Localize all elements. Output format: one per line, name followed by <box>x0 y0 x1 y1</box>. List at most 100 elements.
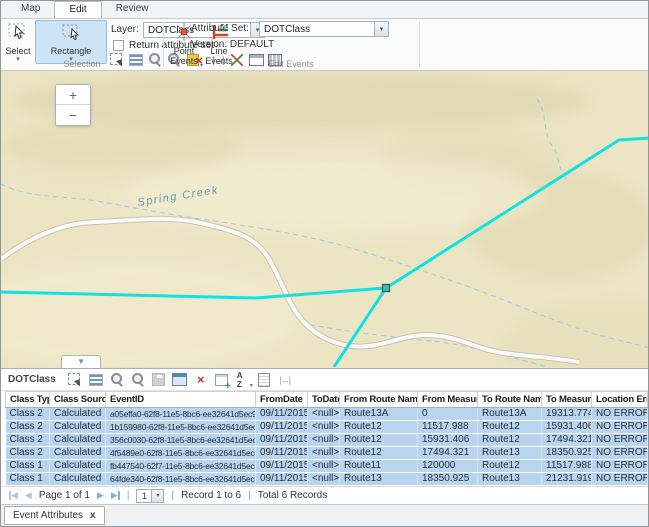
table-row[interactable]: Class 2Calculateda05effa0-62f8-11e5-8bc6… <box>6 408 648 421</box>
table-cell[interactable]: 09/11/2015 <box>256 421 308 434</box>
table-cell[interactable]: 0 <box>418 408 478 421</box>
table-row[interactable]: Class 2Calculated356c0030-62f8-11e5-8bc6… <box>6 434 648 447</box>
save-edits-icon[interactable] <box>151 372 167 388</box>
table-cell[interactable]: NO ERROR <box>592 408 648 421</box>
table-cell[interactable]: <null> <box>308 447 340 460</box>
table-row[interactable]: Class 1Calculatedfb447540-62f7-11e5-8bc6… <box>6 460 648 473</box>
column-header-class-source[interactable]: Class Source <box>50 392 106 408</box>
table-cell[interactable]: NO ERROR <box>592 447 648 460</box>
table-cell[interactable]: Route13A <box>478 408 542 421</box>
first-page-button[interactable]: ◀ <box>9 491 18 500</box>
table-cell[interactable]: Calculated <box>50 434 106 447</box>
page-select-arrow-icon[interactable]: ▾ <box>151 490 163 502</box>
table-cell[interactable]: Route12 <box>478 421 542 434</box>
select-tool-icon[interactable] <box>67 372 83 388</box>
attribute-table-icon[interactable] <box>172 372 188 388</box>
table-cell[interactable]: Route12 <box>340 447 418 460</box>
table-cell[interactable]: 15931.406 <box>542 421 592 434</box>
table-cell[interactable]: Route13 <box>340 473 418 486</box>
map-view[interactable]: Spring Creek + − ▼ <box>1 71 648 368</box>
previous-page-button[interactable]: ◀ <box>25 491 32 500</box>
table-cell[interactable]: Route13 <box>478 473 542 486</box>
table-cell[interactable]: Calculated <box>50 408 106 421</box>
edit-notes-icon[interactable] <box>256 372 272 388</box>
zoom-to-selected-icon[interactable] <box>109 372 125 388</box>
table-cell[interactable]: Route12 <box>340 421 418 434</box>
table-cell[interactable]: 356c0030-62f8-11e5-8bc6-ee32641d5ec9 <box>106 434 256 447</box>
return-attribute-set-checkbox[interactable] <box>113 40 124 51</box>
attribute-set-dropdown[interactable]: DOTClass ▾ <box>259 21 389 37</box>
table-cell[interactable]: 09/11/2015 <box>256 447 308 460</box>
pan-to-selected-icon[interactable] <box>130 372 146 388</box>
column-header-location-error[interactable]: Location Error <box>592 392 648 408</box>
rectangle-tool-button[interactable]: Rectangle ▾ <box>35 20 107 64</box>
table-cell[interactable]: 09/11/2015 <box>256 473 308 486</box>
table-cell[interactable]: 4f5489e0-62f8-11e5-8bc6-ee32641d5ec9 <box>106 447 256 460</box>
table-cell[interactable]: Calculated <box>50 460 106 473</box>
table-cell[interactable]: a05effa0-62f8-11e5-8bc6-ee32641d5ec9 <box>106 408 256 421</box>
table-cell[interactable]: 11517.988 <box>542 460 592 473</box>
table-cell[interactable]: 21231.919 <box>542 473 592 486</box>
route-junction-vertex[interactable] <box>383 285 390 292</box>
table-cell[interactable]: Calculated <box>50 421 106 434</box>
ribbon-tab-map[interactable]: Map <box>7 1 54 18</box>
table-cell[interactable]: <null> <box>308 460 340 473</box>
measure-ranges-icon[interactable] <box>277 372 293 388</box>
table-cell[interactable]: Class 2 <box>6 408 50 421</box>
table-cell[interactable]: Route12 <box>478 434 542 447</box>
page-number-select[interactable]: 1 ▾ <box>136 489 164 503</box>
ribbon-tab-review[interactable]: Review <box>102 1 163 18</box>
table-cell[interactable]: Calculated <box>50 447 106 460</box>
last-page-button[interactable]: ▶ <box>111 491 120 500</box>
zoom-out-button[interactable]: − <box>56 105 90 125</box>
table-cell[interactable]: NO ERROR <box>592 421 648 434</box>
table-cell[interactable]: Class 1 <box>6 473 50 486</box>
table-cell[interactable]: Route11 <box>340 460 418 473</box>
next-page-button[interactable]: ▶ <box>97 491 104 500</box>
table-cell[interactable]: fb447540-62f7-11e5-8bc6-ee32641d5ec9 <box>106 460 256 473</box>
tab-close-icon[interactable]: x <box>90 511 96 521</box>
table-cell[interactable]: Class 2 <box>6 434 50 447</box>
table-row[interactable]: Class 2Calculated1b159980-62f8-11e5-8bc6… <box>6 421 648 434</box>
column-header-to-measure[interactable]: To Measure <box>542 392 592 408</box>
zoom-in-button[interactable]: + <box>56 85 90 105</box>
column-header-from-route-name[interactable]: From Route Name <box>340 392 418 408</box>
table-cell[interactable]: 11517.988 <box>418 421 478 434</box>
table-cell[interactable]: 18350.925 <box>542 447 592 460</box>
table-cell[interactable]: 64fde340-62f8-11e5-8bc6-ee32641d5ec9 <box>106 473 256 486</box>
attribute-set-dropdown-arrow-icon[interactable]: ▾ <box>374 22 388 36</box>
column-header-to-route-name[interactable]: To Route Name <box>478 392 542 408</box>
table-cell[interactable]: Route13A <box>340 408 418 421</box>
table-cell[interactable]: Route12 <box>478 460 542 473</box>
table-cell[interactable]: NO ERROR <box>592 434 648 447</box>
table-cell[interactable]: <null> <box>308 421 340 434</box>
select-tool-button[interactable]: Select ▾ <box>3 20 33 64</box>
show-selected-records-icon[interactable] <box>88 372 104 388</box>
table-cell[interactable]: Route12 <box>340 434 418 447</box>
panel-collapse-button[interactable]: ▼ <box>61 355 101 368</box>
column-header-eventid[interactable]: EventID <box>106 392 256 408</box>
table-cell[interactable]: Class 1 <box>6 460 50 473</box>
column-header-class-type[interactable]: Class Type <box>6 392 50 408</box>
sort-records-icon[interactable]: ▾ <box>235 372 251 388</box>
table-cell[interactable]: NO ERROR <box>592 473 648 486</box>
tab-event-attributes[interactable]: Event Attributes x <box>4 506 105 525</box>
table-cell[interactable]: NO ERROR <box>592 460 648 473</box>
table-cell[interactable]: 1b159980-62f8-11e5-8bc6-ee32641d5ec9 <box>106 421 256 434</box>
table-cell[interactable]: 15931.406 <box>418 434 478 447</box>
table-cell[interactable]: 09/11/2015 <box>256 434 308 447</box>
table-row[interactable]: Class 1Calculated64fde340-62f8-11e5-8bc6… <box>6 473 648 486</box>
table-cell[interactable]: 09/11/2015 <box>256 460 308 473</box>
table-cell[interactable]: Class 2 <box>6 447 50 460</box>
table-cell[interactable]: Route13 <box>478 447 542 460</box>
column-header-todate[interactable]: ToDate <box>308 392 340 408</box>
column-header-fromdate[interactable]: FromDate <box>256 392 308 408</box>
column-header-from-measure[interactable]: From Measure <box>418 392 478 408</box>
table-row[interactable]: Class 2Calculated4f5489e0-62f8-11e5-8bc6… <box>6 447 648 460</box>
table-cell[interactable]: <null> <box>308 473 340 486</box>
delete-record-icon[interactable] <box>193 372 209 388</box>
table-cell[interactable]: 120000 <box>418 460 478 473</box>
table-cell[interactable]: 17494.321 <box>418 447 478 460</box>
table-cell[interactable]: Calculated <box>50 473 106 486</box>
ribbon-tab-edit[interactable]: Edit <box>54 1 101 18</box>
